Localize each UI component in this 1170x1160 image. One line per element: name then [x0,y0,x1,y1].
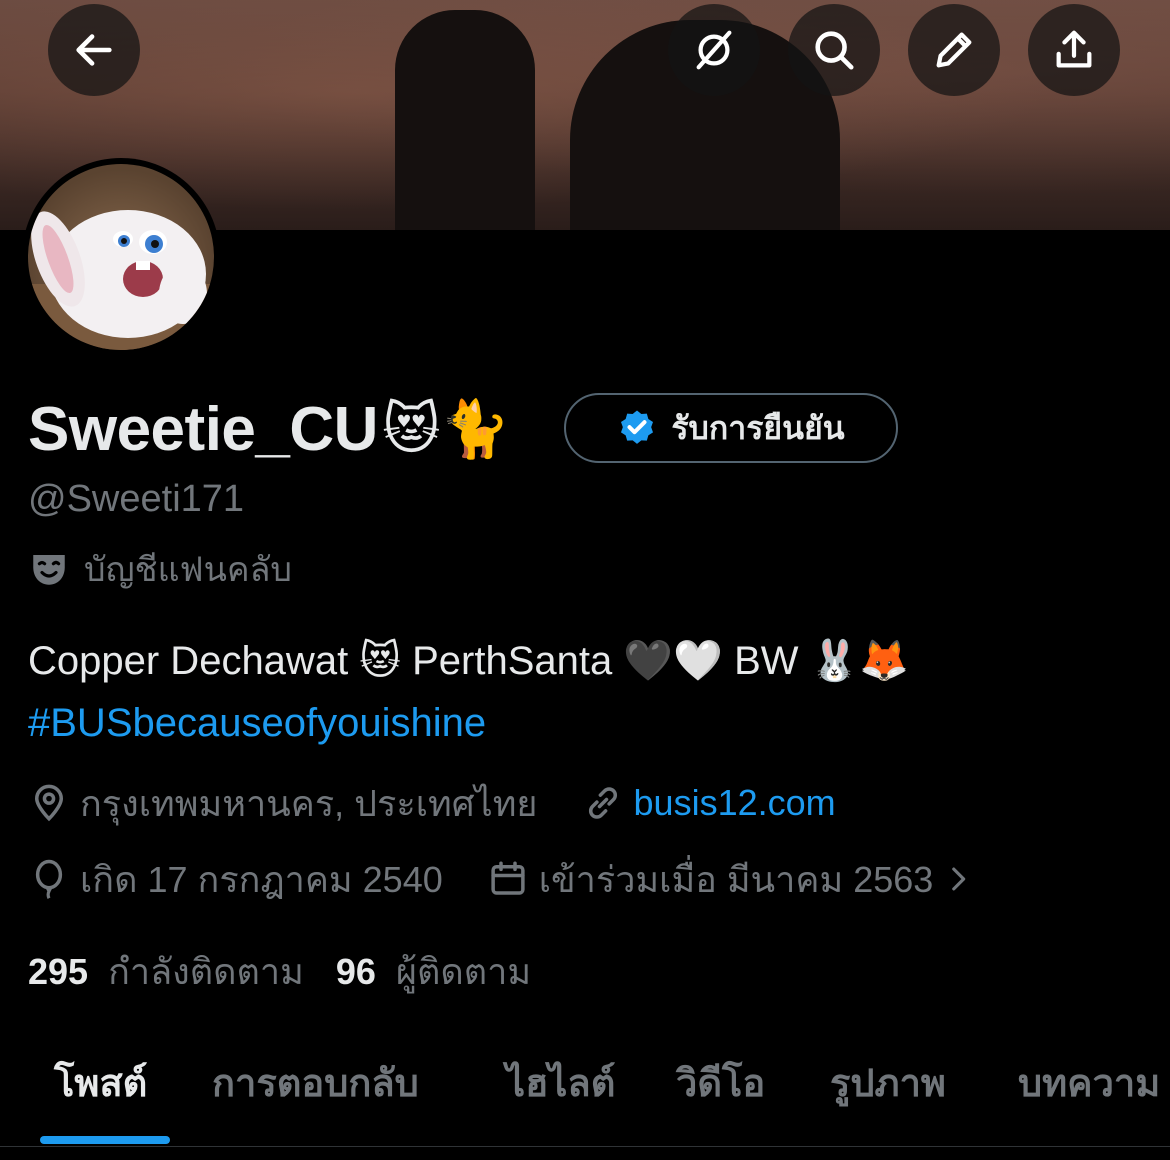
profile-tabs: โพสต์ การตอบกลับ ไฮไลต์ วิดีโอ รูปภาพ บท… [0,1040,1170,1160]
meta-row-location: กรุงเทพมหานคร, ประเทศไทย busis12.com [28,776,836,830]
edit-button[interactable] [908,4,1000,96]
tab-replies[interactable]: การตอบกลับ [212,1052,419,1113]
share-icon [1056,30,1092,68]
bio: Copper Dechawat 😻 PerthSanta 🖤🤍 BW 🐰🦊 #B… [28,630,1148,754]
share-button[interactable] [1028,4,1120,96]
avatar-image [28,164,214,350]
location-text: กรุงเทพมหานคร, ประเทศไทย [80,782,538,824]
calendar-icon [491,861,525,895]
followers-label: ผู้ติดตาม [395,950,532,992]
joined-text: เข้าร่วมเมื่อ มีนาคม 2563 [538,858,934,900]
search-button[interactable] [788,4,880,96]
get-verified-button[interactable]: รับการยืนยัน [564,393,898,463]
link-icon [588,787,617,819]
tab-highlights[interactable]: ไฮไลต์ [506,1052,615,1113]
username-handle: @Sweeti171 [28,478,245,520]
balloon-icon [35,859,63,899]
tab-articles[interactable]: บทความ [1018,1052,1160,1113]
follow-stats: 295 กำลังติดตาม 96 ผู้ติดตาม [28,944,531,998]
following-label: กำลังติดตาม [108,950,304,992]
search-icon [815,31,854,70]
tab-videos[interactable]: วิดีโอ [676,1052,765,1113]
chevron-right-icon[interactable] [941,862,975,896]
verified-badge-icon [621,410,654,444]
arrow-left-icon [76,34,112,66]
display-name: Sweetie_CU [28,394,378,464]
name-row: Sweetie_CU 😻🐈 [28,392,510,466]
back-button[interactable] [48,4,140,96]
bio-hashtag[interactable]: #BUSbecauseofyouishine [28,692,1148,754]
active-tab-indicator [40,1136,170,1144]
meta-row-dates: เกิด 17 กรกฎาคม 2540 เข้าร่วมเมื่อ มีนาค… [28,852,975,906]
verify-label: รับการยืนยัน [671,408,845,447]
location-pin-icon [34,784,64,822]
tab-photos[interactable]: รูปภาพ [830,1052,946,1113]
tabs-divider [0,1146,1170,1147]
banner-silhouette-left [395,10,535,230]
following-count: 295 [28,950,89,992]
website-link[interactable]: busis12.com [634,782,836,824]
theater-mask-icon [33,555,65,585]
mute-button[interactable] [668,4,760,96]
tab-posts[interactable]: โพสต์ [54,1052,147,1113]
bio-text: Copper Dechawat 😻 PerthSanta 🖤🤍 BW 🐰🦊 [28,639,910,683]
followers-stat[interactable]: 96 ผู้ติดตาม [336,943,531,1000]
following-stat[interactable]: 295 กำลังติดตาม [28,943,304,1000]
name-emojis: 😻🐈 [381,397,511,460]
edit-pencil-icon [936,32,972,68]
slash-circle-icon [696,30,732,70]
birthday-text: เกิด 17 กรกฎาคม 2540 [80,858,443,900]
followers-count: 96 [335,950,376,992]
avatar[interactable] [22,158,220,356]
account-type-row: บัญชีแฟนคลับ [28,542,292,596]
bunny-avatar-illustration [28,210,214,350]
account-type-label: บัญชีแฟนคลับ [84,551,293,589]
